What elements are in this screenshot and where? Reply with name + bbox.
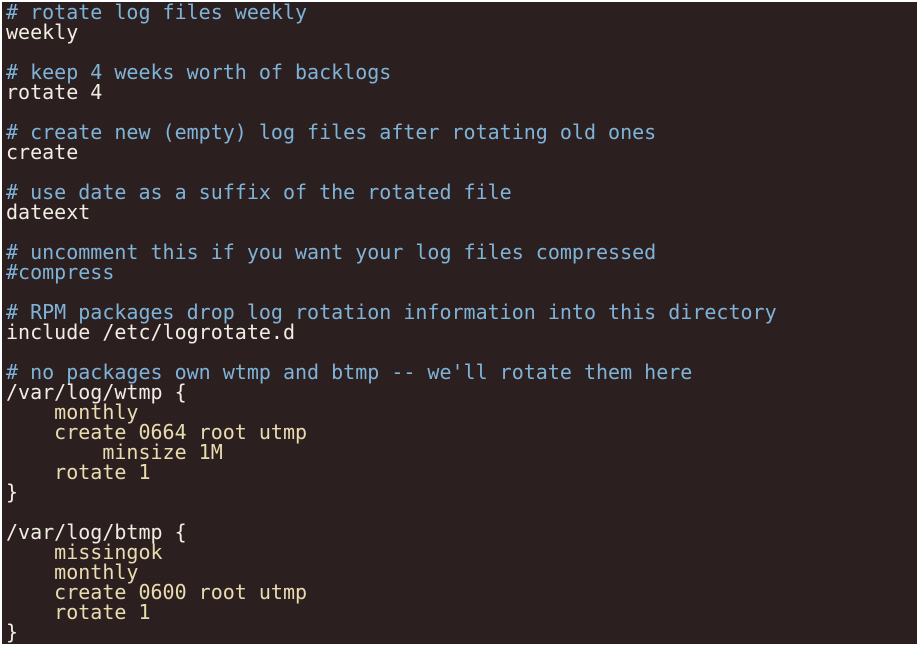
editor-line: # keep 4 weeks worth of backlogs [6,60,392,84]
editor-line: # uncomment this if you want your log fi… [6,240,657,264]
editor-line: # use date as a suffix of the rotated fi… [6,180,512,204]
editor-line: create [6,140,79,164]
editor-line: dateext [6,200,91,224]
editor-line: } [6,480,19,504]
editor-line: rotate 1 [6,460,151,484]
editor-line: #compress [6,260,115,284]
editor-line: create 0600 root utmp [6,580,308,604]
editor-line: /var/log/wtmp { [6,380,187,404]
editor-line: /var/log/btmp { [6,520,187,544]
editor-line: include /etc/logrotate.d [6,320,295,344]
editor-line: # RPM packages drop log rotation informa… [6,300,777,324]
text-editor-buffer[interactable]: # rotate log files weekly weekly # keep … [6,2,777,642]
editor-line: monthly [6,400,139,424]
editor-line: weekly [6,20,79,44]
editor-line: create 0664 root utmp [6,420,308,444]
editor-line: missingok [6,540,163,564]
editor-line: rotate 1 [6,600,151,624]
editor-line: # no packages own wtmp and btmp -- we'll… [6,360,693,384]
terminal-window[interactable]: # rotate log files weekly weekly # keep … [2,2,917,644]
editor-line: } [6,620,19,644]
editor-line: monthly [6,560,139,584]
editor-line: # rotate log files weekly [6,2,308,24]
editor-line: # create new (empty) log files after rot… [6,120,657,144]
editor-line: minsize 1M [6,440,223,464]
editor-line: rotate 4 [6,80,103,104]
